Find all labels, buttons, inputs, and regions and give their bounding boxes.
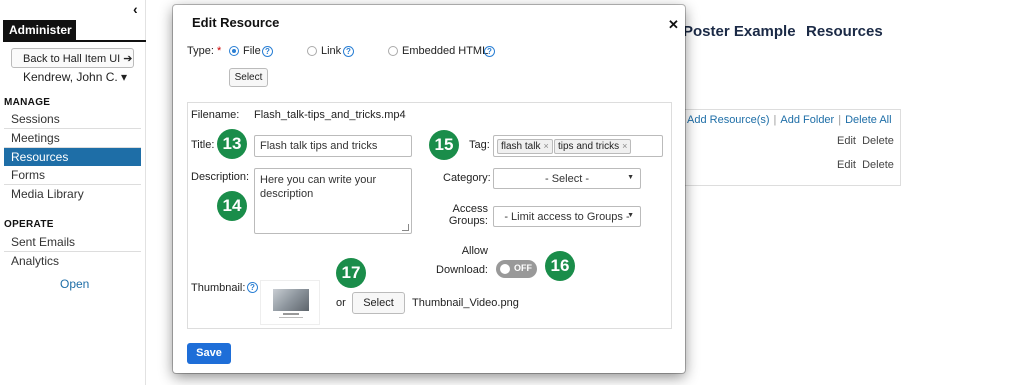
thumbnail-image [273,289,309,311]
allow-label-line1: Allow [461,245,488,257]
category-label: Category: [443,172,491,184]
admin-sidebar: ‹ Administer Back to Hall Item UI ➔ Kend… [0,0,146,385]
type-label-text: Type: [187,45,214,57]
sidebar-item-resources[interactable]: Resources [4,148,141,166]
title-label: Title: [191,139,215,151]
access-groups-label: Access Groups: [443,203,488,227]
description-text: Here you can write your description [260,174,377,200]
separator: | [773,114,777,126]
help-icon[interactable]: ? [343,46,354,57]
page-title: Poster Example [683,23,796,40]
add-folder-link[interactable]: Add Folder [780,114,834,126]
close-icon[interactable]: ✕ [668,17,679,33]
sidebar-item-analytics[interactable]: Analytics [4,252,141,270]
chevron-down-icon: ▼ [627,174,634,181]
delete-all-link[interactable]: Delete All [845,114,891,126]
description-label: Description: [191,171,250,183]
tag-chip[interactable]: flash talk × [497,139,553,154]
callout-17: 17 [336,258,366,288]
type-link-label[interactable]: Link [321,45,341,57]
select-file-button[interactable]: Select [229,68,268,87]
edit-link[interactable]: Edit [837,159,856,171]
edit-resource-modal: Edit Resource ✕ Type: * File ? Link ? Em… [173,5,685,373]
section-title: Resources [806,23,883,40]
resource-actions: Add Resource(s) | Add Folder | Delete All [687,114,892,126]
required-mark: * [216,45,222,57]
remove-tag-icon[interactable]: × [622,141,627,151]
tag-chip-label: tips and tricks [558,141,620,152]
allow-download-toggle[interactable]: OFF [496,260,537,278]
tab-underline [3,40,146,42]
access-groups-select[interactable]: - Limit access to Groups - ▼ [493,206,641,227]
edit-link[interactable]: Edit [837,135,856,147]
thumbnail-caption [279,317,303,318]
category-select[interactable]: - Select - ▼ [493,168,641,189]
remove-tag-icon[interactable]: × [543,141,548,151]
modal-title: Edit Resource [192,15,280,30]
type-file-label[interactable]: File [243,45,261,57]
chevron-down-icon: ▼ [627,212,634,219]
back-to-hall-item-button[interactable]: Back to Hall Item UI ➔ [11,48,134,68]
open-link[interactable]: Open [60,277,89,291]
type-link-radio[interactable] [307,46,317,56]
title-input[interactable]: Flash talk tips and tricks [254,135,412,157]
table-row: Edit Delete [837,159,894,171]
help-icon[interactable]: ? [484,46,495,57]
access-label-line1: Access [452,203,488,215]
table-row: Edit Delete [837,135,894,147]
toggle-state: OFF [514,263,532,273]
sidebar-item-sessions[interactable]: Sessions [4,110,141,128]
delete-link[interactable]: Delete [862,135,894,147]
help-icon[interactable]: ? [262,46,273,57]
type-file-radio[interactable] [229,46,239,56]
sidebar-item-forms[interactable]: Forms [4,166,141,184]
administer-tab[interactable]: Administer [3,20,76,40]
allow-download-label: Allow Download: [428,245,488,276]
type-embedded-html-label[interactable]: Embedded HTML [402,45,488,57]
description-textarea[interactable]: Here you can write your description [254,168,412,234]
add-resources-link[interactable]: Add Resource(s) [687,114,770,126]
sidebar-item-meetings[interactable]: Meetings [4,129,141,147]
operate-section-label: OPERATE [4,219,54,230]
callout-13: 13 [217,129,247,159]
tag-label: Tag: [469,139,490,151]
thumbnail-caption [283,313,299,315]
user-menu[interactable]: Kendrew, John C. ▾ [23,70,127,84]
type-embedded-html-radio[interactable] [388,46,398,56]
tag-chip-label: flash talk [501,141,541,152]
filename-value: Flash_talk-tips_and_tricks.mp4 [254,109,406,121]
save-button[interactable]: Save [187,343,231,364]
help-icon[interactable]: ? [247,282,258,293]
tag-chip[interactable]: tips and tricks × [554,139,632,154]
resize-handle[interactable] [402,224,409,231]
sidebar-item-media-library[interactable]: Media Library [4,185,141,203]
select-thumbnail-button[interactable]: Select [352,292,405,314]
thumbnail-filename: Thumbnail_Video.png [412,297,519,309]
thumbnail-label: Thumbnail: [191,282,246,294]
or-text: or [336,297,346,309]
type-label: Type: * [187,45,221,57]
callout-14: 14 [217,191,247,221]
manage-section-label: MANAGE [4,97,51,108]
chevron-left-icon[interactable]: ‹ [133,1,138,17]
thumbnail-preview [260,280,320,325]
filename-label: Filename: [191,109,240,121]
tag-input[interactable]: flash talk × tips and tricks × [493,135,663,157]
delete-link[interactable]: Delete [862,159,894,171]
allow-label-line2: Download: [436,264,488,276]
toggle-knob [500,264,510,274]
sidebar-item-sent-emails[interactable]: Sent Emails [4,233,141,251]
callout-15: 15 [429,130,459,160]
access-groups-value: - Limit access to Groups - [504,211,630,223]
callout-16: 16 [545,251,575,281]
category-select-value: - Select - [544,173,589,185]
access-label-line2: Groups: [448,215,488,227]
separator: | [838,114,842,126]
